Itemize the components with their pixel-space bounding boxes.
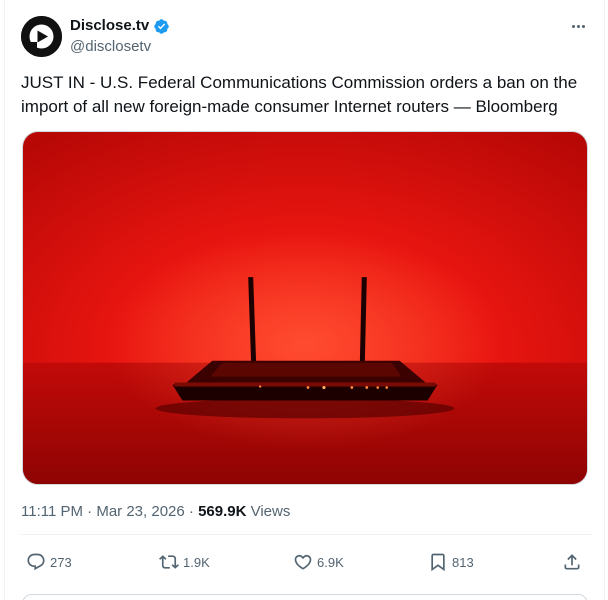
meta-separator: · (184, 503, 199, 520)
repost-count: 1.9K (183, 554, 210, 570)
avatar[interactable] (21, 16, 62, 57)
heart-icon (294, 554, 312, 570)
reply-icon (27, 553, 45, 571)
author-name-row: Disclose.tv (70, 16, 170, 36)
divider (21, 534, 593, 535)
disclose-logo-icon (21, 16, 62, 57)
tweet-media-image[interactable] (22, 131, 588, 485)
share-icon (564, 554, 580, 570)
tweet-time[interactable]: 11:11 PM (21, 503, 83, 520)
bookmark-icon (431, 553, 445, 572)
bookmark-button[interactable]: 813 (428, 548, 474, 576)
tweet-date[interactable]: Mar 23, 2026 (96, 503, 184, 520)
reply-button[interactable]: 273 (26, 548, 72, 576)
reply-composer[interactable] (22, 594, 588, 600)
repost-icon (159, 555, 179, 569)
share-button[interactable] (562, 548, 582, 576)
author-handle[interactable]: @disclosetv (70, 37, 151, 57)
display-name[interactable]: Disclose.tv (70, 16, 149, 36)
action-bar: 273 1.9K 6.9K 813 (21, 548, 593, 576)
bookmark-count: 813 (452, 554, 474, 570)
tweet-meta: 11:11 PM · Mar 23, 2026 · 569.9K Views (21, 502, 290, 522)
views-label: Views (246, 503, 291, 520)
repost-button[interactable]: 1.9K (159, 548, 210, 576)
tweet-text: JUST IN - U.S. Federal Communications Co… (21, 73, 578, 116)
verified-badge-icon (153, 18, 170, 35)
meta-separator: · (82, 503, 97, 520)
like-count: 6.9K (317, 554, 344, 570)
like-button[interactable]: 6.9K (293, 548, 344, 576)
more-options-icon[interactable] (566, 16, 590, 36)
views-count: 569.9K (198, 503, 247, 520)
router-photo (23, 132, 587, 484)
reply-count: 273 (50, 554, 72, 570)
